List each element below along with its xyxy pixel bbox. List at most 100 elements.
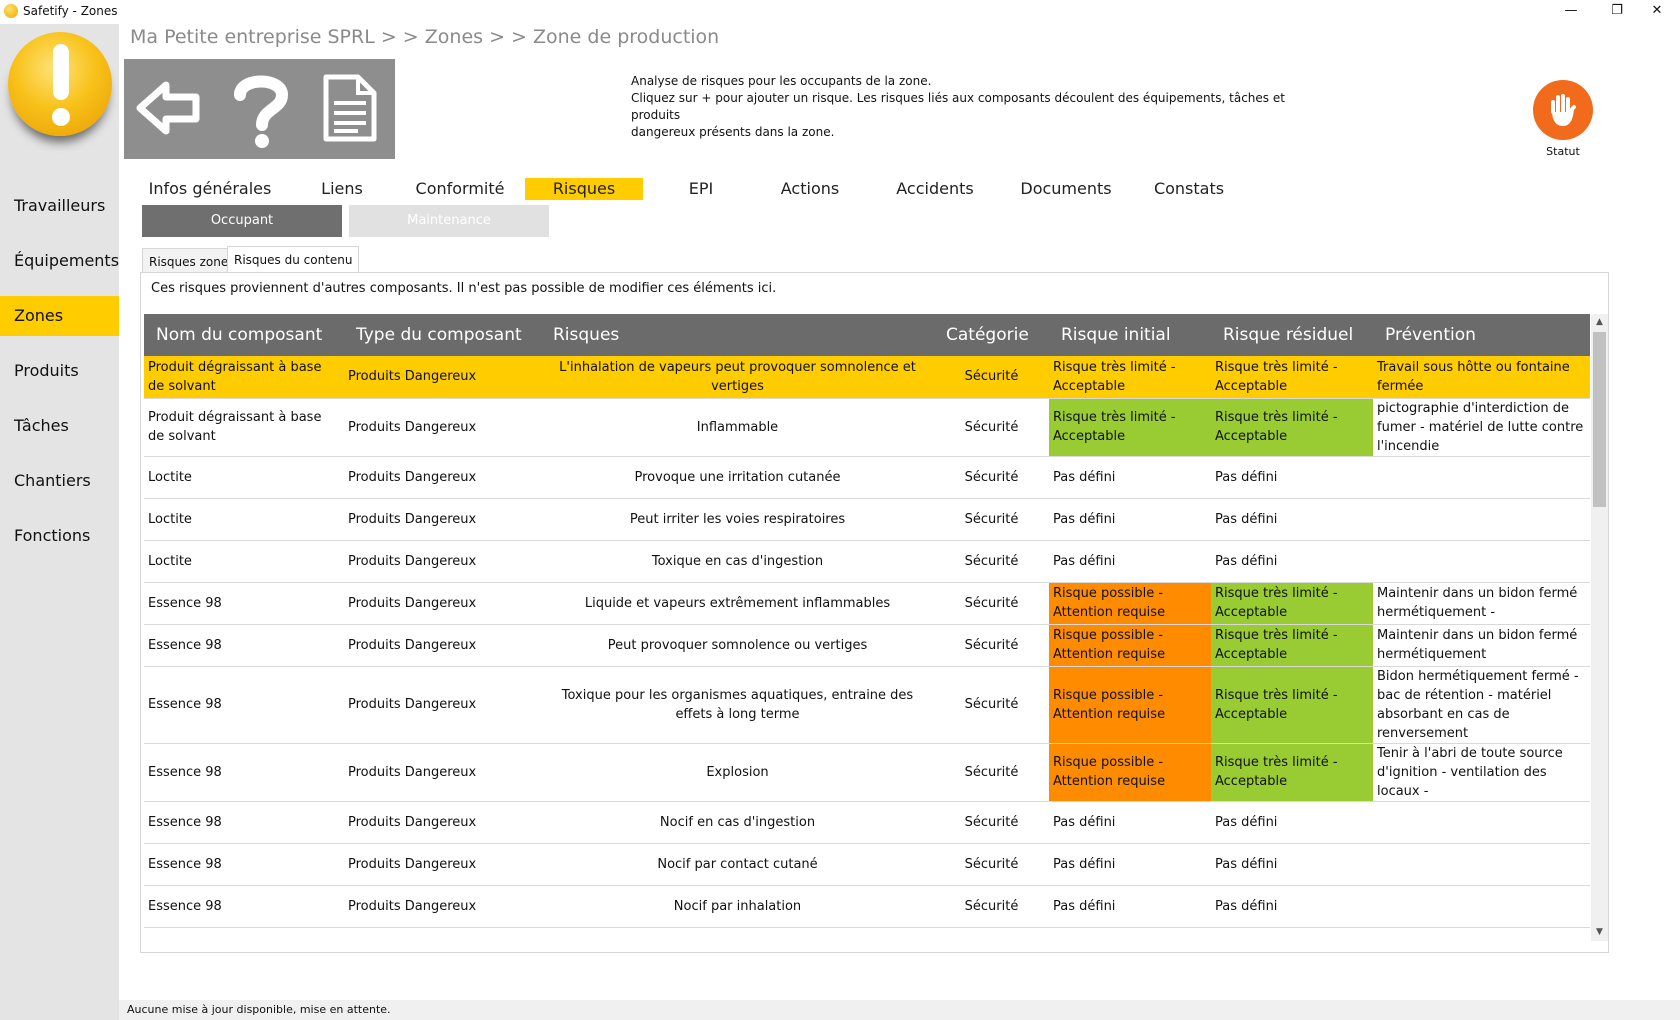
table-row[interactable]: Loctite Produits Dangereux Toxique en cas … <box>144 540 1590 582</box>
scroll-down-icon[interactable]: ▼ <box>1591 924 1608 941</box>
occupant-toggle[interactable]: Occupant <box>142 205 342 237</box>
column-header[interactable]: Type du composant <box>344 314 541 356</box>
column-header[interactable]: Risques <box>541 314 934 356</box>
cell-component-name: Essence 98 <box>148 637 222 653</box>
info-line-3: dangereux présents dans la zone. <box>631 125 835 139</box>
cell-category: Sécurité <box>964 553 1019 569</box>
tab-constats[interactable]: Constats <box>1134 178 1244 200</box>
cell-component-type: Produits Dangereux <box>348 595 477 611</box>
table-row[interactable]: Essence 98 Produits Dangereux Peut provoqu… <box>144 624 1590 666</box>
column-header[interactable]: Catégorie <box>934 314 1049 356</box>
sidebar: Travailleurs Équipements Zones Produits Tâch… <box>0 24 119 1020</box>
cell-initial-risk: Risque possible - Attention requise <box>1049 743 1211 801</box>
column-header[interactable]: Nom du composant <box>144 314 344 356</box>
cell-component-name: Loctite <box>148 469 192 485</box>
info-line-2: Cliquez sur + pour ajouter un risque. Le… <box>631 91 1285 122</box>
sidebar-item-travailleurs[interactable]: Travailleurs <box>0 186 119 226</box>
cell-initial-risk: Risque possible - Attention requise <box>1049 624 1211 666</box>
column-header[interactable]: Risque résiduel <box>1211 314 1373 356</box>
cell-initial-risk: Pas défini <box>1053 511 1116 527</box>
table-row[interactable]: Essence 98 Produits Dangereux Toxique pour… <box>144 666 1590 743</box>
tab-risques-zone[interactable]: Risques zone <box>142 248 236 272</box>
document-button[interactable] <box>308 59 398 159</box>
status-text: Aucune mise à jour disponible, mise en a… <box>127 1003 391 1016</box>
hand-stop-icon <box>1551 94 1576 126</box>
sidebar-item-taches[interactable]: Tâches <box>0 406 119 446</box>
cell-residual-risk: Risque très limité - Acceptable <box>1211 743 1373 801</box>
sidebar-item-zones[interactable]: Zones <box>0 296 119 336</box>
cell-component-type: Produits Dangereux <box>348 469 477 485</box>
tab-actions[interactable]: Actions <box>760 178 860 200</box>
table-row[interactable]: Loctite Produits Dangereux Peut irriter le… <box>144 498 1590 540</box>
cell-category: Sécurité <box>964 637 1019 653</box>
minimize-button[interactable]: — <box>1548 0 1594 24</box>
tab-accidents[interactable]: Accidents <box>876 178 994 200</box>
cell-risk: Explosion <box>706 764 769 780</box>
cell-category: Sécurité <box>964 511 1019 527</box>
column-header[interactable]: Risque initial <box>1049 314 1211 356</box>
tab-infos-generales[interactable]: Infos générales <box>148 178 272 200</box>
cell-initial-risk: Pas défini <box>1053 898 1116 914</box>
sidebar-item-equipements[interactable]: Équipements <box>0 241 119 281</box>
cell-prevention <box>1373 927 1590 941</box>
cell-category: Sécurité <box>964 814 1019 830</box>
cell-component-type: Produits Dangereux <box>348 814 477 830</box>
close-button[interactable]: ✕ <box>1634 0 1680 24</box>
cell-component-name: Essence 98 <box>148 697 222 712</box>
scroll-up-icon[interactable]: ▲ <box>1591 314 1608 331</box>
tab-documents[interactable]: Documents <box>1004 178 1128 200</box>
back-arrow-icon <box>136 81 200 135</box>
table-row[interactable]: Produit dégraissant à base de solvant Pro… <box>144 356 1590 398</box>
table-row[interactable]: Essence 98 Produits Dangereux Nocif en cas… <box>144 801 1590 843</box>
logo-dot <box>52 108 70 126</box>
table-row[interactable]: Produit dégraissant à base de solvant Pro… <box>144 398 1590 456</box>
vertical-scrollbar[interactable]: ▲ ▼ <box>1591 314 1608 941</box>
table-row[interactable]: Loctite Produits Dangereux Provoque une ir… <box>144 456 1590 498</box>
cell-risk: Provoque une irritation cutanée <box>634 469 841 485</box>
table-row[interactable]: Essence 98 Produits Dangereux Explosion Séc… <box>144 743 1590 801</box>
cell-component-type: Produits Dangereux <box>348 764 477 780</box>
sidebar-item-produits[interactable]: Produits <box>0 351 119 391</box>
cell-residual-risk: Risque très limité - Acceptable <box>1211 398 1373 456</box>
breadcrumb: Ma Petite entreprise SPRL > > Zones > > … <box>130 26 720 48</box>
logo-bar <box>53 44 69 100</box>
cell-initial-risk: Pas défini <box>1053 856 1116 872</box>
cell-risk: Provoque une sévère irritation des yeux <box>541 927 934 942</box>
help-button[interactable] <box>216 59 306 159</box>
tab-epi[interactable]: EPI <box>652 178 750 200</box>
back-button[interactable] <box>124 59 214 159</box>
cell-component-name: Loctite <box>148 553 192 569</box>
statut-button[interactable] <box>1533 80 1593 140</box>
cell-residual-risk: Pas défini <box>1211 927 1373 942</box>
maintenance-toggle[interactable]: Maintenance <box>349 205 549 237</box>
cell-prevention <box>1373 456 1590 498</box>
tab-risques[interactable]: Risques <box>525 178 643 200</box>
cell-category: Sécurité <box>964 595 1019 611</box>
table-row[interactable]: Essence 98 Produits Dangereux Liquide et v… <box>144 582 1590 624</box>
cell-risk: Nocif par contact cutané <box>657 856 818 872</box>
cell-prevention <box>1373 540 1590 582</box>
cell-category: Sécurité <box>964 469 1019 485</box>
cell-residual-risk: Pas défini <box>1215 856 1278 872</box>
window-title: Safetify - Zones <box>23 4 118 18</box>
cell-category: Sécurité <box>964 697 1019 712</box>
cell-component-type: Produits Dangereux <box>348 553 477 569</box>
tab-risques-contenu[interactable]: Risques du contenu <box>227 246 360 272</box>
cell-category: Sécurité <box>964 764 1019 780</box>
tab-liens[interactable]: Liens <box>292 178 392 200</box>
cell-risk: Nocif par inhalation <box>673 898 802 914</box>
risk-panel: Ces risques proviennent d'autres composa… <box>140 272 1609 953</box>
table-row[interactable]: Essence 98Produits DangereuxProvoque une… <box>144 927 1590 942</box>
cell-residual-risk: Risque très limité - Acceptable <box>1211 582 1373 624</box>
cell-initial-risk: Risque très limité - Acceptable <box>1049 398 1211 456</box>
table-row[interactable]: Essence 98 Produits Dangereux Nocif par in… <box>144 885 1590 927</box>
cell-initial-risk: Risque très limité - Acceptable <box>1053 359 1176 394</box>
sidebar-item-chantiers[interactable]: Chantiers <box>0 461 119 501</box>
cell-component-type: Produits Dangereux <box>348 419 477 435</box>
sidebar-item-fonctions[interactable]: Fonctions <box>0 516 119 556</box>
tab-conformite[interactable]: Conformité <box>398 178 522 200</box>
scroll-thumb[interactable] <box>1593 332 1606 507</box>
column-header[interactable]: Prévention <box>1373 314 1590 356</box>
table-row[interactable]: Essence 98 Produits Dangereux Nocif par co… <box>144 843 1590 885</box>
cell-component-name: Produit dégraissant à base de solvant <box>148 410 322 444</box>
